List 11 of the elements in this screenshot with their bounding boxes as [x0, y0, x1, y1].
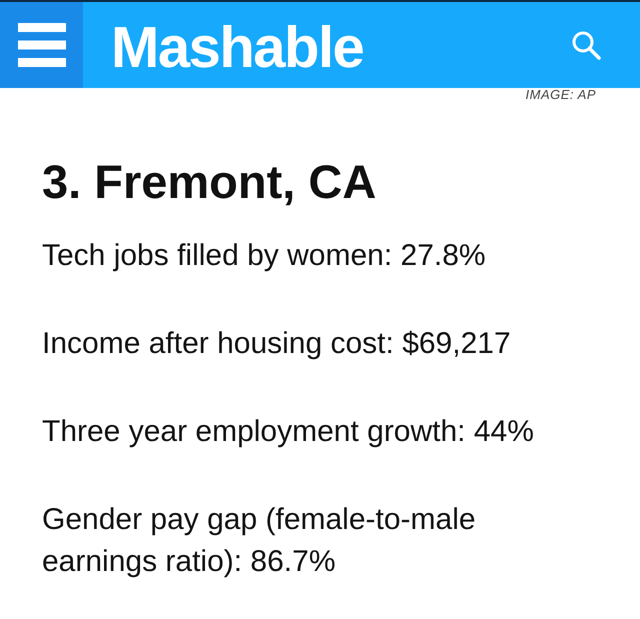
stat-text: Three year employment growth: 44% [42, 414, 535, 450]
photo-credit: IMAGE: AP [526, 88, 596, 102]
site-logo[interactable]: Mashable [111, 13, 364, 77]
menu-button[interactable] [0, 2, 83, 88]
stat-text: Gender pay gap (female-to-male earnings ratio): 86.7% [42, 502, 477, 580]
search-icon [572, 30, 601, 60]
stat-text: Income after housing cost: $69,217 [42, 326, 512, 362]
article-heading: 3. Fremont, CA [42, 154, 378, 210]
menu-icon [18, 23, 66, 67]
stat-text: Tech jobs filled by women: 27.8% [42, 238, 487, 274]
search-button[interactable] [572, 30, 601, 60]
